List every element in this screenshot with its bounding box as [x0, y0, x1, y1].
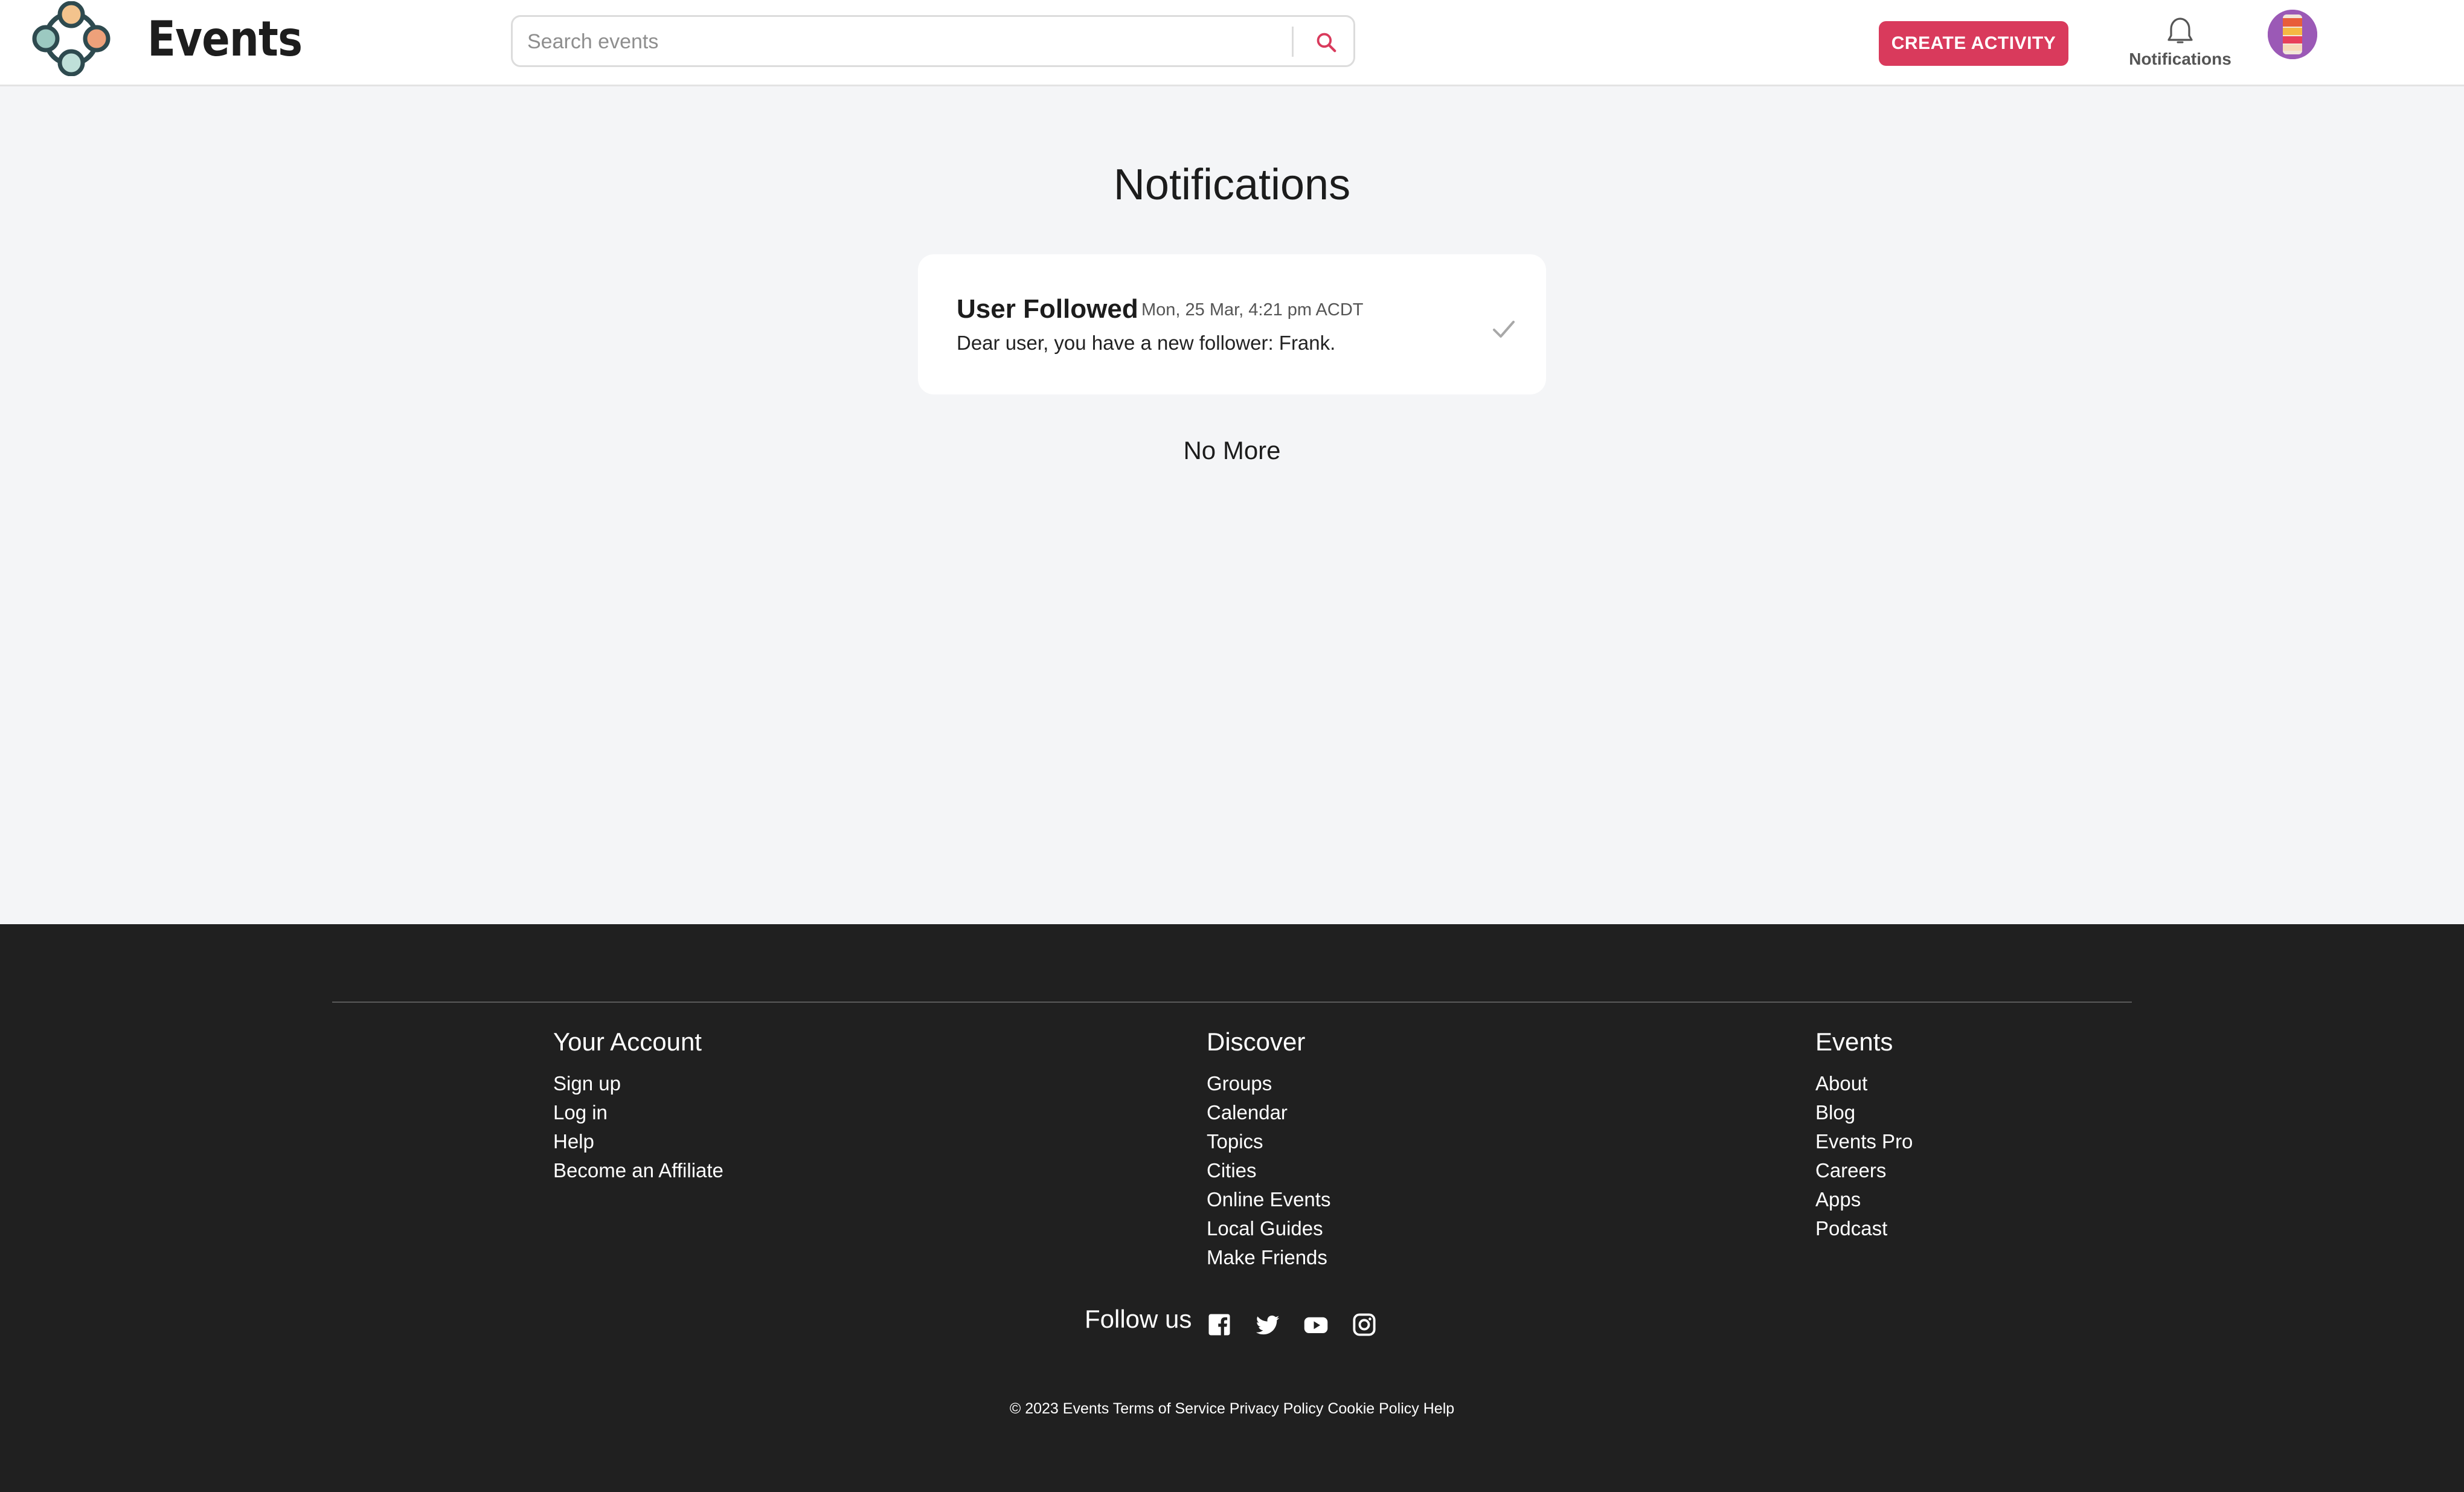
- footer-link-blog[interactable]: Blog: [1815, 1098, 1913, 1127]
- footer-link-make-friends[interactable]: Make Friends: [1207, 1243, 1330, 1272]
- search-button[interactable]: [1309, 25, 1344, 59]
- footer-link-careers[interactable]: Careers: [1815, 1156, 1913, 1185]
- footer-link-sign-up[interactable]: Sign up: [553, 1069, 723, 1098]
- follow-us-label: Follow us: [1085, 1305, 1192, 1333]
- events-logo[interactable]: [31, 1, 111, 76]
- notification-title: User Followed: [957, 294, 1138, 324]
- notification-timestamp: Mon, 25 Mar, 4:21 pm ACDT: [1141, 300, 1364, 320]
- end-of-list-text: No More: [1183, 436, 1281, 465]
- avatar[interactable]: [2268, 10, 2317, 59]
- footer-link-events-pro[interactable]: Events Pro: [1815, 1127, 1913, 1156]
- search-divider: [1292, 27, 1294, 57]
- footer-link-topics[interactable]: Topics: [1207, 1127, 1330, 1156]
- footer-link-online-events[interactable]: Online Events: [1207, 1185, 1330, 1214]
- footer-column-discover: Discover Groups Calendar Topics Cities O…: [1207, 1027, 1330, 1272]
- footer-divider: [332, 1002, 2132, 1003]
- instagram-icon[interactable]: [1352, 1312, 1377, 1337]
- footer-link-log-in[interactable]: Log in: [553, 1098, 723, 1127]
- footer-column-your-account: Your Account Sign up Log in Help Become …: [553, 1027, 723, 1185]
- footer-link-podcast[interactable]: Podcast: [1815, 1214, 1913, 1243]
- top-navbar: Events CREATE ACTIVITY Notifications: [0, 0, 2464, 86]
- youtube-icon[interactable]: [1303, 1312, 1329, 1337]
- twitter-icon[interactable]: [1255, 1312, 1280, 1337]
- footer-link-cities[interactable]: Cities: [1207, 1156, 1330, 1185]
- footer-link-become-affiliate[interactable]: Become an Affiliate: [553, 1156, 723, 1185]
- footer-heading: Discover: [1207, 1027, 1306, 1056]
- copyright-text: © 2023 Events Terms of Service Privacy P…: [1009, 1400, 1455, 1417]
- search-bar: [511, 15, 1355, 67]
- search-icon: [1317, 33, 1336, 53]
- notifications-nav[interactable]: Notifications: [2120, 13, 2241, 74]
- bell-icon: [2167, 18, 2193, 43]
- footer-link-about[interactable]: About: [1815, 1069, 1913, 1098]
- mark-read-check-icon[interactable]: [1486, 311, 1522, 347]
- notification-card[interactable]: User Followed Mon, 25 Mar, 4:21 pm ACDT …: [918, 254, 1546, 394]
- notifications-nav-label: Notifications: [2129, 50, 2231, 68]
- footer-link-help[interactable]: Help: [553, 1127, 723, 1156]
- avatar-image: [2268, 10, 2317, 59]
- page-title: Notifications: [1113, 161, 1351, 209]
- footer-link-calendar[interactable]: Calendar: [1207, 1098, 1330, 1127]
- footer-link-local-guides[interactable]: Local Guides: [1207, 1214, 1330, 1243]
- footer-heading: Events: [1815, 1027, 1893, 1056]
- footer-link-groups[interactable]: Groups: [1207, 1069, 1330, 1098]
- footer-heading: Your Account: [553, 1027, 702, 1056]
- brand-name[interactable]: Events: [147, 6, 303, 72]
- footer-link-apps[interactable]: Apps: [1815, 1185, 1913, 1214]
- footer-column-events: Events About Blog Events Pro Careers App…: [1815, 1027, 1913, 1243]
- create-activity-button[interactable]: CREATE ACTIVITY: [1879, 21, 2068, 66]
- notification-message: Dear user, you have a new follower: Fran…: [957, 332, 1336, 354]
- search-input[interactable]: [526, 24, 1277, 59]
- facebook-icon[interactable]: [1207, 1312, 1232, 1337]
